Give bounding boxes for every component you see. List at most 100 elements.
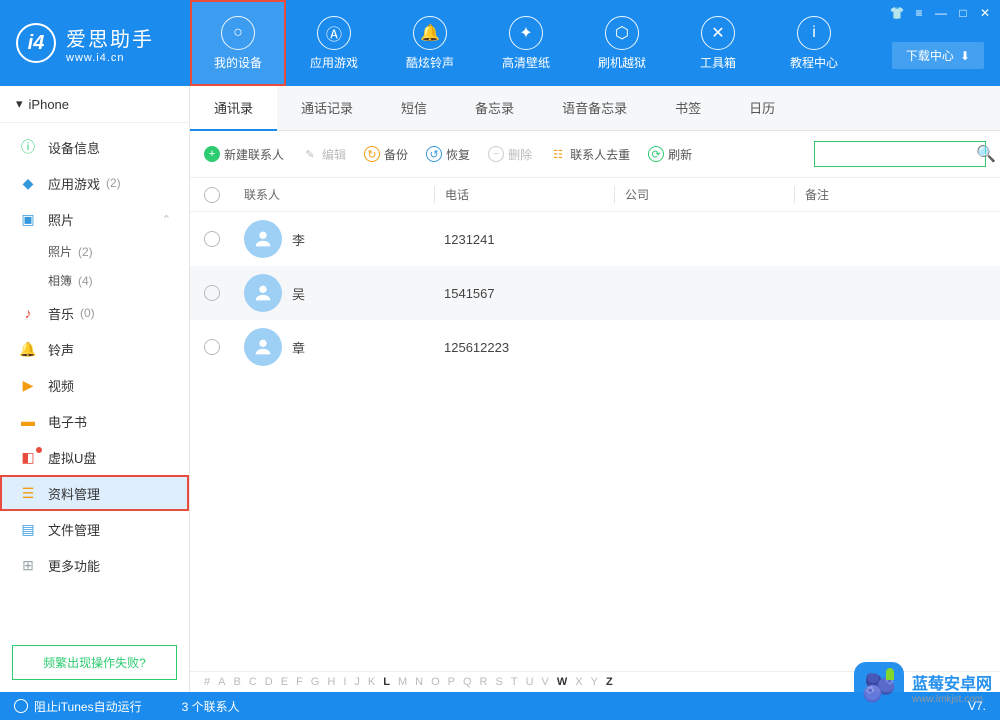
nav-apps[interactable]: Ⓐ应用游戏 [286,0,382,86]
alpha-letter[interactable]: W [557,676,567,688]
nav-wallpapers[interactable]: ✦高清壁纸 [478,0,574,86]
refresh-button[interactable]: ⟳刷新 [648,146,692,163]
download-center-label: 下载中心 [906,47,954,64]
sidebar-item-files[interactable]: ▤文件管理 [0,511,189,547]
delete-button[interactable]: −删除 [488,146,532,163]
tab[interactable]: 书签 [651,86,725,130]
app-header: i4 爱思助手 www.i4.cn ○我的设备Ⓐ应用游戏🔔酷炫铃声✦高清壁纸⬡刷… [0,0,1000,86]
contact-row[interactable]: 章 125612223 [190,320,1000,374]
alpha-letter[interactable]: F [296,676,303,688]
alpha-letter[interactable]: K [368,676,375,688]
sidebar-item-music[interactable]: ♪音乐(0) [0,295,189,331]
col-phone[interactable]: 电话 [434,186,614,203]
minimize-icon[interactable]: — [930,4,952,22]
tab[interactable]: 日历 [725,86,799,130]
tab[interactable]: 备忘录 [451,86,538,130]
sidebar-item-ringtone[interactable]: 🔔铃声 [0,331,189,367]
col-contact[interactable]: 联系人 [244,186,434,203]
backup-button[interactable]: ↻备份 [364,146,408,163]
row-checkbox[interactable] [204,231,220,247]
sidebar-item-video[interactable]: ▶视频 [0,367,189,403]
alpha-letter[interactable]: A [218,676,225,688]
alpha-letter[interactable]: P [448,676,455,688]
search-box[interactable]: 🔍 [814,141,986,167]
tab[interactable]: 通话记录 [277,86,377,130]
nav-ringtones[interactable]: 🔔酷炫铃声 [382,0,478,86]
contact-phone: 125612223 [434,340,614,355]
tabs: 通讯录通话记录短信备忘录语音备忘录书签日历 [190,86,1000,131]
col-note[interactable]: 备注 [794,186,986,203]
alpha-letter[interactable]: Y [591,676,598,688]
info-icon: ⓘ [18,137,38,157]
more-icon: ⊞ [18,555,38,575]
tab[interactable]: 短信 [377,86,451,130]
contact-count: 3 个联系人 [182,698,240,715]
contact-row[interactable]: 李 1231241 [190,212,1000,266]
shirt-icon[interactable]: 👕 [886,4,908,22]
alpha-letter[interactable]: I [343,676,346,688]
sidebar-item-more[interactable]: ⊞更多功能 [0,547,189,583]
dedupe-button[interactable]: ☷联系人去重 [550,146,630,163]
help-link[interactable]: 频繁出现操作失败? [12,645,177,680]
sidebar-sub-item[interactable]: 照片(2) [0,237,189,266]
files-icon: ▤ [18,519,38,539]
contact-name: 章 [292,338,305,357]
chevron-down-icon: ▾ [16,96,23,112]
alpha-letter[interactable]: E [281,676,288,688]
download-center-button[interactable]: 下载中心 ⬇ [892,42,984,69]
itunes-toggle[interactable]: 阻止iTunes自动运行 [14,698,142,715]
alpha-letter[interactable]: C [249,676,257,688]
new-contact-button[interactable]: +新建联系人 [204,146,284,163]
udisk-icon: ◧ [18,447,38,467]
alpha-letter[interactable]: L [383,676,390,688]
alpha-letter[interactable]: V [542,676,549,688]
search-input[interactable] [821,147,976,161]
download-icon: ⬇ [960,49,970,63]
alpha-letter[interactable]: Q [463,676,472,688]
device-selector[interactable]: ▾ iPhone [0,86,189,123]
alpha-letter[interactable]: B [233,676,240,688]
menu-icon[interactable]: ≡ [908,4,930,22]
alpha-letter[interactable]: H [327,676,335,688]
sidebar-sub-item[interactable]: 相簿(4) [0,266,189,295]
sidebar-item-info[interactable]: ⓘ设备信息 [0,129,189,165]
row-checkbox[interactable] [204,339,220,355]
apps-icon: Ⓐ [317,16,351,50]
alpha-letter[interactable]: D [265,676,273,688]
sidebar-item-data[interactable]: ☰资料管理 [0,475,189,511]
nav-tutorial[interactable]: i教程中心 [766,0,862,86]
sidebar-item-apps[interactable]: ◆应用游戏(2) [0,165,189,201]
alpha-letter[interactable]: U [526,676,534,688]
alpha-letter[interactable]: O [431,676,440,688]
nav-device[interactable]: ○我的设备 [190,0,286,86]
alpha-letter[interactable]: N [415,676,423,688]
chevron-icon: ⌃ [162,213,171,226]
tab[interactable]: 语音备忘录 [538,86,651,130]
alpha-letter[interactable]: G [311,676,320,688]
alpha-letter[interactable]: M [398,676,407,688]
alpha-letter[interactable]: # [204,676,210,688]
alpha-letter[interactable]: Z [606,676,613,688]
nav-flash[interactable]: ⬡刷机越狱 [574,0,670,86]
sidebar-item-ebook[interactable]: ▬电子书 [0,403,189,439]
row-checkbox[interactable] [204,285,220,301]
alpha-letter[interactable]: S [496,676,503,688]
restore-button[interactable]: ↺恢复 [426,146,470,163]
sidebar-item-photos[interactable]: ▣照片⌃ [0,201,189,237]
col-company[interactable]: 公司 [614,186,794,203]
close-icon[interactable]: ✕ [974,4,996,22]
status-bar: 阻止iTunes自动运行 3 个联系人 V7. [0,692,1000,720]
alpha-letter[interactable]: J [354,676,360,688]
contact-phone: 1231241 [434,232,614,247]
alpha-letter[interactable]: X [575,676,582,688]
wallpapers-icon: ✦ [509,16,543,50]
nav-toolbox[interactable]: ✕工具箱 [670,0,766,86]
maximize-icon[interactable]: □ [952,4,974,22]
select-all-checkbox[interactable] [204,187,220,203]
tab[interactable]: 通讯录 [190,86,277,131]
edit-button[interactable]: ✎编辑 [302,146,346,163]
contact-row[interactable]: 吴 1541567 [190,266,1000,320]
sidebar-item-udisk[interactable]: ◧虚拟U盘 [0,439,189,475]
alpha-letter[interactable]: T [511,676,518,688]
alpha-letter[interactable]: R [480,676,488,688]
